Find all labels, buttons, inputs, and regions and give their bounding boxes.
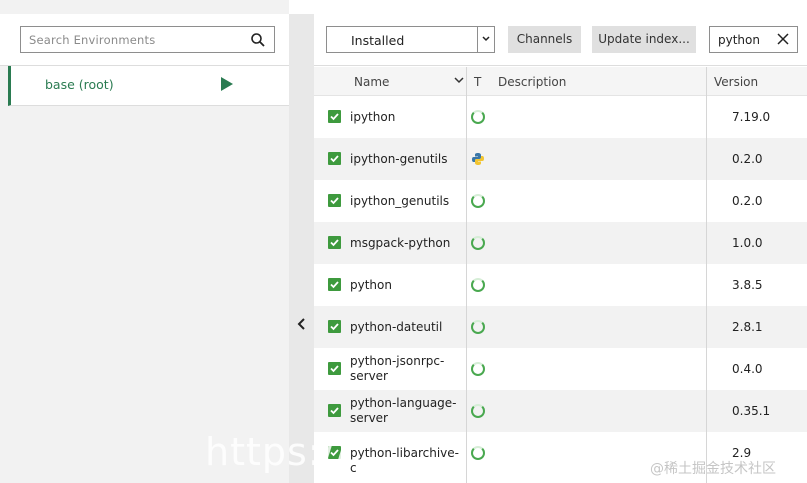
conda-ring-icon [471,362,485,376]
table-row[interactable]: ipython_genutils 0.2.0 [314,180,807,222]
checkmark-icon [330,365,339,373]
environments-search-bar: Search Environments [0,14,289,66]
environments-search-input[interactable]: Search Environments [20,26,275,53]
conda-ring-icon [471,236,485,250]
package-name: python-language-server [350,396,457,425]
conda-ring-icon [471,404,485,418]
checkmark-icon [330,239,339,247]
checkmark-icon [330,407,339,415]
package-name: python-libarchive-c [350,446,459,475]
package-version: 0.2.0 [732,152,763,166]
packages-panel: Installed Channels Update index... pytho… [314,0,807,483]
package-name: ipython-genutils [350,152,448,166]
column-header-version[interactable]: Version [714,75,758,89]
conda-ring-icon [471,110,485,124]
installed-checkbox[interactable] [328,236,341,249]
search-icon[interactable] [250,32,266,48]
chevron-down-icon [482,36,490,42]
package-version: 1.0.0 [732,236,763,250]
installed-checkbox[interactable] [328,152,341,165]
environment-name: base (root) [45,77,114,92]
checkmark-icon [330,113,339,121]
package-name: ipython [350,110,396,124]
installed-checkbox[interactable] [328,194,341,207]
package-search-value: python [718,33,760,47]
checkmark-icon [330,281,339,289]
environments-panel: Search Environments base (root) [0,0,289,483]
python-icon [471,152,485,166]
environments-list-empty-area [8,106,289,483]
search-placeholder: Search Environments [29,33,156,47]
checkmark-icon [330,323,339,331]
table-row[interactable]: ipython 7.19.0 [314,96,807,138]
conda-ring-icon [471,320,485,334]
installed-checkbox[interactable] [328,278,341,291]
installed-checkbox[interactable] [328,320,341,333]
package-name: python-dateutil [350,320,443,334]
clear-search-icon[interactable] [777,33,789,45]
installed-checkbox[interactable] [328,362,341,375]
column-header-type[interactable]: T [474,75,481,89]
package-search-input[interactable]: python [709,26,798,53]
package-name: python [350,278,392,292]
sort-chevron-icon[interactable] [454,76,464,84]
packages-toolbar: Installed Channels Update index... pytho… [314,14,807,66]
table-row[interactable]: python 3.8.5 [314,264,807,306]
table-row[interactable]: python-language-server 0.35.1 [314,390,807,432]
package-version: 2.8.1 [732,320,763,334]
conda-ring-icon [471,194,485,208]
watermark-url: https:// [205,430,350,474]
panel-collapse-bar[interactable] [289,14,314,483]
table-row[interactable]: python-dateutil 2.8.1 [314,306,807,348]
dropdown-arrow[interactable] [477,27,494,52]
package-version: 3.8.5 [732,278,763,292]
watermark-credit: @稀土掘金技术社区 [650,461,776,477]
checkmark-icon [330,197,339,205]
package-filter-value: Installed [351,33,405,48]
package-name: ipython_genutils [350,194,450,208]
conda-ring-icon [471,446,485,460]
chevron-left-icon[interactable] [294,316,310,332]
column-header-name[interactable]: Name [354,75,389,89]
table-row[interactable]: ipython-genutils 0.2.0 [314,138,807,180]
package-list: ipython 7.19.0 ipython-genutils 0.2.0 ipytho… [314,96,807,483]
table-row[interactable]: python-jsonrpc-server 0.4.0 [314,348,807,390]
table-row[interactable]: msgpack-python 1.0.0 [314,222,807,264]
table-header: Name T Description Version [314,67,807,96]
column-divider [466,67,467,483]
package-version: 0.35.1 [732,404,771,418]
package-version: 0.4.0 [732,362,763,376]
package-name: msgpack-python [350,236,451,250]
channels-button[interactable]: Channels [508,26,581,53]
column-divider [706,67,707,483]
package-version: 7.19.0 [732,110,771,124]
update-index-button[interactable]: Update index... [592,26,696,53]
installed-checkbox[interactable] [328,110,341,123]
package-version: 0.2.0 [732,194,763,208]
play-icon[interactable] [221,77,233,91]
checkmark-icon [330,155,339,163]
conda-ring-icon [471,278,485,292]
installed-checkbox[interactable] [328,404,341,417]
environment-item-base[interactable]: base (root) [8,66,289,106]
column-header-description[interactable]: Description [498,75,566,89]
package-name: python-jsonrpc-server [350,354,445,383]
package-filter-select[interactable]: Installed [326,26,495,53]
